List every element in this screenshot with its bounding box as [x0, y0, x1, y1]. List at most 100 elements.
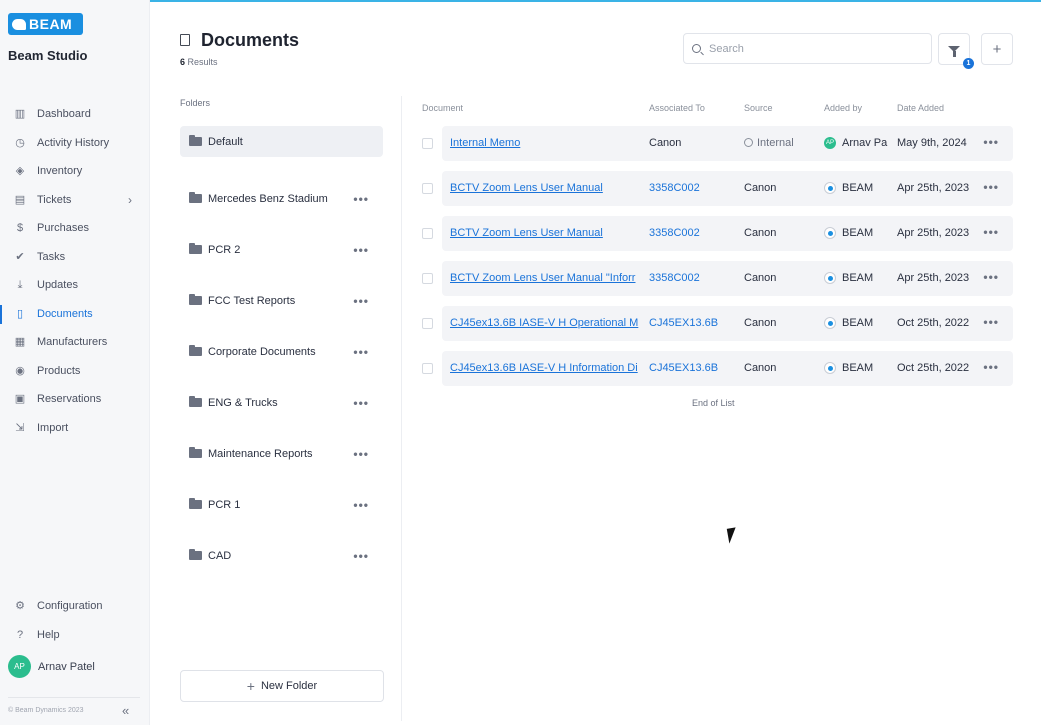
sidebar-item-manufacturers[interactable]: ▦ Manufacturers — [0, 328, 150, 357]
search-input[interactable] — [709, 42, 909, 55]
more-options-icon[interactable]: ••• — [983, 315, 999, 329]
sidebar-item-import[interactable]: ⇲ Import — [0, 414, 150, 443]
folder-item[interactable]: ENG & Trucks ••• — [180, 377, 383, 428]
folder-icon — [189, 243, 202, 254]
beam-logo[interactable]: BEAM — [8, 13, 83, 35]
header-associated[interactable]: Associated To — [649, 103, 705, 113]
user-name: Arnav Patel — [38, 660, 95, 673]
folder-item[interactable]: PCR 1 ••• — [180, 479, 383, 530]
folder-item[interactable]: FCC Test Reports ••• — [180, 275, 383, 326]
new-folder-button[interactable]: + New Folder — [180, 670, 384, 702]
more-options-icon[interactable]: ••• — [353, 294, 369, 308]
filter-icon — [948, 46, 960, 57]
chevron-right-icon[interactable]: › — [128, 193, 132, 207]
associated-to-link[interactable]: 3358C002 — [649, 182, 737, 194]
added-by-name: BEAM — [842, 317, 874, 329]
plus-icon: + — [992, 40, 1002, 58]
more-options-icon[interactable]: ••• — [353, 396, 369, 410]
header-document[interactable]: Document — [422, 103, 463, 113]
collapse-sidebar-icon[interactable]: « — [122, 703, 129, 718]
sidebar-item-activity-history[interactable]: ◷ Activity History — [0, 129, 150, 158]
associated-to-link[interactable]: 3358C002 — [649, 272, 737, 284]
chart-icon: ▥ — [14, 108, 26, 121]
table-row[interactable]: CJ45ex13.6B IASE-V H Information Di CJ45… — [442, 351, 1013, 386]
table-row[interactable]: CJ45ex13.6B IASE-V H Operational M CJ45E… — [442, 306, 1013, 341]
more-options-icon[interactable]: ••• — [983, 180, 999, 194]
header-added-by[interactable]: Added by — [824, 103, 862, 113]
sidebar-item-purchases[interactable]: $ Purchases — [0, 214, 150, 243]
associated-to-link[interactable]: CJ45EX13.6B — [649, 317, 737, 329]
source-text: Canon — [744, 362, 777, 374]
row-checkbox[interactable] — [422, 363, 433, 374]
associated-to-link[interactable]: CJ45EX13.6B — [649, 362, 737, 374]
associated-to-link[interactable]: 3358C002 — [649, 227, 737, 239]
folder-item[interactable]: Default — [180, 126, 383, 157]
header-date-added[interactable]: Date Added — [897, 103, 944, 113]
table-row[interactable]: BCTV Zoom Lens User Manual "Inforr 3358C… — [442, 261, 1013, 296]
top-accent-line — [0, 0, 1041, 2]
search-box[interactable] — [683, 33, 932, 64]
folder-item[interactable]: CAD ••• — [180, 530, 383, 581]
more-options-icon[interactable]: ••• — [983, 270, 999, 284]
table-row[interactable]: BCTV Zoom Lens User Manual 3358C002 Cano… — [442, 216, 1013, 251]
table-row[interactable]: Internal Memo Canon Internal AP Arnav Pa … — [442, 126, 1013, 161]
sidebar-item-label: Configuration — [37, 600, 103, 613]
date-added: Apr 25th, 2023 — [897, 182, 970, 194]
more-options-icon[interactable]: ••• — [353, 549, 369, 563]
folder-name: Mercedes Benz Stadium — [208, 192, 328, 205]
header-source[interactable]: Source — [744, 103, 773, 113]
document-link[interactable]: BCTV Zoom Lens User Manual — [450, 182, 641, 194]
source-text: Canon — [744, 272, 777, 284]
more-options-icon[interactable]: ••• — [983, 360, 999, 374]
help-icon: ? — [16, 628, 24, 641]
sidebar-item-label: Activity History — [37, 136, 110, 149]
sidebar-item-tickets[interactable]: ▤ Tickets › — [0, 186, 150, 215]
folder-name: PCR 2 — [208, 243, 241, 256]
sidebar: BEAM Beam Studio ▥ Dashboard ◷ Activity Hi… — [0, 0, 150, 725]
sidebar-item-dashboard[interactable]: ▥ Dashboard — [0, 100, 150, 129]
document-link[interactable]: Internal Memo — [450, 137, 641, 149]
row-checkbox[interactable] — [422, 318, 433, 329]
more-options-icon[interactable]: ••• — [353, 447, 369, 461]
more-options-icon[interactable]: ••• — [353, 192, 369, 206]
import-icon: ⇲ — [15, 421, 25, 434]
add-document-button[interactable]: + — [981, 33, 1013, 65]
folder-item[interactable]: Maintenance Reports ••• — [180, 428, 383, 479]
more-options-icon[interactable]: ••• — [983, 135, 999, 149]
more-options-icon[interactable]: ••• — [983, 225, 999, 239]
sidebar-item-products[interactable]: ◉ Products — [0, 357, 150, 386]
row-checkbox[interactable] — [422, 138, 433, 149]
more-options-icon[interactable]: ••• — [353, 498, 369, 512]
document-link[interactable]: BCTV Zoom Lens User Manual "Inforr — [450, 272, 641, 284]
folder-item[interactable]: Corporate Documents ••• — [180, 326, 383, 377]
user-profile[interactable]: AP Arnav Patel — [8, 655, 95, 678]
folder-icon — [189, 549, 202, 560]
folder-item[interactable]: PCR 2 ••• — [180, 224, 383, 275]
sidebar-divider — [8, 697, 140, 698]
sidebar-item-inventory[interactable]: ◈ Inventory — [0, 157, 150, 186]
document-link[interactable]: BCTV Zoom Lens User Manual — [450, 227, 641, 239]
sidebar-item-configuration[interactable]: ⚙ Configuration — [0, 592, 150, 621]
folder-list: Default Mercedes Benz Stadium ••• PCR 2 ••… — [180, 126, 383, 581]
avatar: AP — [8, 655, 31, 678]
ticket-icon: ▤ — [14, 193, 26, 206]
sidebar-bottom-nav: ⚙ Configuration ? Help — [0, 592, 150, 649]
sidebar-item-tasks[interactable]: ✔ Tasks — [0, 243, 150, 272]
document-link[interactable]: CJ45ex13.6B IASE-V H Information Di — [450, 362, 641, 374]
sidebar-item-help[interactable]: ? Help — [0, 621, 150, 650]
date-added: Oct 25th, 2022 — [897, 317, 970, 329]
sidebar-item-reservations[interactable]: ▣ Reservations — [0, 385, 150, 414]
sidebar-item-updates[interactable]: ⤓ Updates — [0, 271, 150, 300]
row-checkbox[interactable] — [422, 273, 433, 284]
table-row[interactable]: BCTV Zoom Lens User Manual 3358C002 Cano… — [442, 171, 1013, 206]
document-link[interactable]: CJ45ex13.6B IASE-V H Operational M — [450, 317, 641, 329]
folder-item[interactable]: Mercedes Benz Stadium ••• — [180, 173, 383, 224]
calendar-icon: ▣ — [14, 393, 26, 406]
folder-name: Maintenance Reports — [208, 447, 313, 460]
more-options-icon[interactable]: ••• — [353, 243, 369, 257]
sidebar-item-documents[interactable]: ▯ Documents — [0, 300, 150, 329]
folder-icon — [189, 396, 202, 407]
row-checkbox[interactable] — [422, 183, 433, 194]
more-options-icon[interactable]: ••• — [353, 345, 369, 359]
row-checkbox[interactable] — [422, 228, 433, 239]
